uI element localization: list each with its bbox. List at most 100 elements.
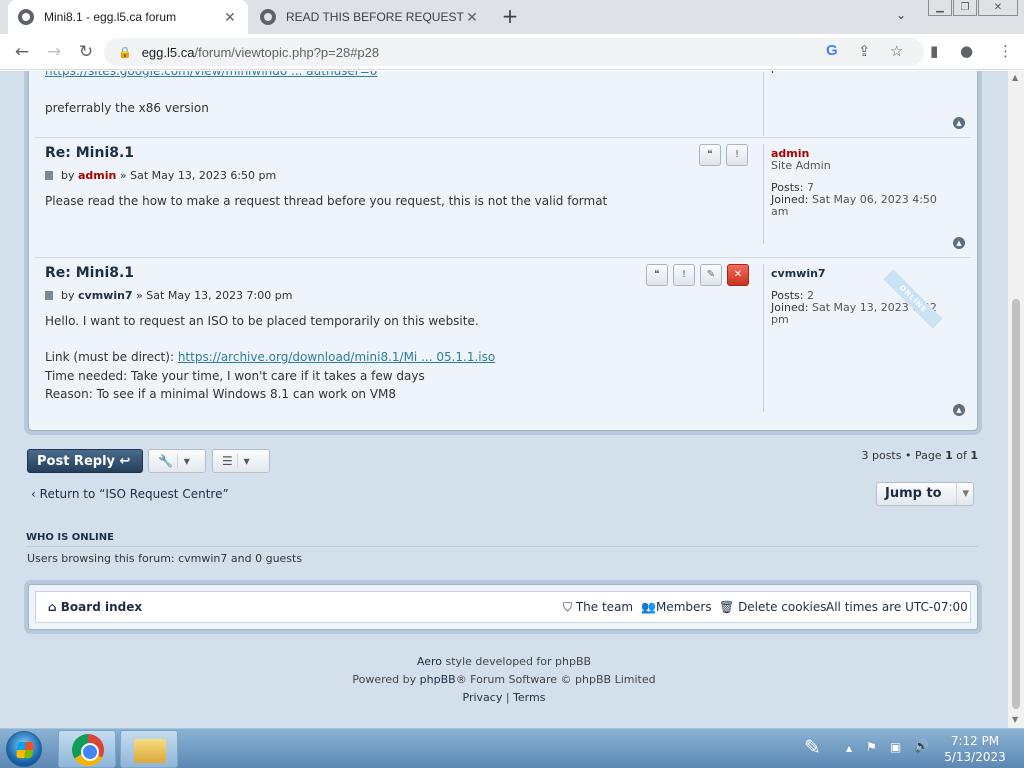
bookmark-star-icon[interactable]: ☆ (890, 42, 903, 60)
post-icon (45, 291, 53, 300)
scroll-up-icon[interactable]: ▲ (1012, 73, 1018, 82)
show-hidden-icons[interactable]: ▴ (846, 741, 852, 755)
minimize-button[interactable]: ▁ (928, 0, 952, 16)
chevron-left-icon: ‹ (31, 487, 36, 501)
post-profile: admin Site Admin Posts: 7 Joined: Sat Ma… (771, 148, 937, 218)
address-bar[interactable]: 🔒 egg.l5.ca/forum/viewtopic.php?p=28#p28 (104, 38, 924, 66)
who-is-online-heading[interactable]: WHO IS ONLINE (26, 532, 114, 543)
jump-to-dropdown[interactable]: Jump to ▾ (876, 482, 974, 506)
post-reply-label: Post Reply (37, 454, 115, 469)
tab-mini8-forum[interactable]: Mini8.1 - egg.l5.ca forum ✕ (8, 0, 248, 34)
phpbb-link[interactable]: phpBB (420, 673, 456, 686)
footer-links: Privacy | Terms (462, 691, 546, 704)
joined-date-cont: am (771, 205, 789, 218)
team-link[interactable]: ⛉ The team (563, 600, 633, 615)
link-label: Link (must be direct): (45, 350, 174, 364)
delete-button[interactable]: ✕ (727, 264, 749, 286)
quote-button[interactable]: ❝ (646, 264, 668, 286)
post-reply-button[interactable]: Post Reply ↩ (27, 449, 143, 473)
windows-logo-icon (16, 742, 34, 758)
current-page: 1 (945, 449, 953, 462)
back-to-top-icon[interactable]: ▲ (953, 237, 965, 249)
archive-link[interactable]: https://archive.org/download/mini8.1/Mi … (178, 350, 495, 364)
post-divider (35, 257, 971, 258)
tab-title: READ THIS BEFORE REQUESTING (286, 10, 464, 24)
menu-kebab-icon[interactable]: ⋮ (998, 42, 1013, 60)
tab-title: Mini8.1 - egg.l5.ca forum (44, 10, 177, 24)
joined-date: Sat May 06, 2023 4:50 (811, 193, 937, 206)
share-icon[interactable]: ⇪ (858, 42, 871, 60)
return-link[interactable]: ‹ Return to “ISO Request Centre” (31, 487, 229, 501)
action-center-icon[interactable]: ⚑ (866, 740, 877, 754)
post-body-line: Time needed: Take your time, I won't car… (45, 369, 425, 383)
joined-date-cont: pm (771, 313, 789, 326)
post-author-link[interactable]: admin (78, 169, 116, 182)
new-tab-button[interactable]: + (498, 5, 522, 29)
side-panel-icon[interactable]: ▮ (930, 42, 938, 60)
back-icon[interactable]: ← (10, 40, 34, 64)
post-body: Please read the how to make a request th… (45, 194, 608, 208)
first-post-link[interactable]: https://sites.google.com/view/miniwindo … (45, 71, 377, 80)
close-tab-icon[interactable]: ✕ (222, 9, 238, 26)
divider (26, 546, 978, 547)
trash-icon: 🗑 (719, 600, 735, 614)
close-tab-icon[interactable]: ✕ (464, 9, 480, 26)
reload-icon[interactable]: ↻ (74, 40, 98, 64)
google-lens-icon[interactable]: G (826, 42, 838, 59)
sort-options-button[interactable]: ☰ ▾ (212, 449, 270, 473)
footer-navbar: ⌂ Board index ⛉ The team 👥Members 🗑 Dele… (28, 584, 978, 630)
timezone-text: All times are UTC-07:00 (826, 600, 968, 614)
post-author-link[interactable]: cvmwin7 (78, 289, 133, 302)
style-link[interactable]: Aero (417, 655, 442, 668)
browser-toolbar: ← → ↻ 🔒 egg.l5.ca/forum/viewtopic.php?p=… (0, 34, 1024, 70)
tab-search-icon[interactable]: ⌄ (896, 8, 906, 22)
post-separator (763, 144, 764, 244)
report-button[interactable]: ! (726, 144, 748, 166)
system-clock[interactable]: 7:12 PM 5/13/2023 (935, 733, 1015, 765)
scrollbar-thumb[interactable] (1012, 299, 1020, 709)
close-window-button[interactable]: ✕ (978, 0, 1018, 16)
start-button[interactable] (6, 731, 42, 767)
post-body-line: Hello. I want to request an ISO to be pl… (45, 314, 479, 328)
post-meta: by admin » Sat May 13, 2023 6:50 pm (45, 169, 276, 182)
post-separator (763, 72, 764, 136)
post-title[interactable]: Re: Mini8.1 (45, 145, 134, 161)
quote-button[interactable]: ❝ (699, 144, 721, 166)
home-icon: ⌂ (48, 600, 57, 614)
browser-tab-strip: Mini8.1 - egg.l5.ca forum ✕ READ THIS BE… (0, 0, 1024, 34)
terms-link[interactable]: Terms (513, 691, 545, 704)
taskbar-explorer[interactable] (120, 730, 178, 768)
topic-tools-button[interactable]: 🔧 ▾ (148, 449, 206, 473)
post-link-line: Link (must be direct): https://archive.o… (45, 348, 495, 366)
lock-icon: 🔒 (118, 46, 132, 59)
network-icon[interactable]: ▣ (890, 740, 901, 754)
chrome-icon (72, 734, 104, 766)
delete-cookies-link[interactable]: 🗑 Delete cookies (719, 600, 827, 614)
taskbar-chrome[interactable] (58, 730, 116, 768)
restore-button[interactable]: ❐ (953, 0, 977, 16)
tab-read-this[interactable]: READ THIS BEFORE REQUESTING ✕ (250, 0, 490, 34)
profile-username[interactable]: cvmwin7 (771, 268, 937, 280)
volume-icon[interactable]: 🔊 (914, 739, 929, 753)
members-link[interactable]: 👥Members (641, 600, 712, 614)
board-index-link[interactable]: ⌂ Board index (48, 600, 142, 614)
windows-taskbar: ✎ ▴ ⚑ ▣ 🔊 7:12 PM 5/13/2023 (0, 728, 1024, 768)
post-divider (35, 137, 971, 138)
posts-container: https://sites.google.com/view/miniwindo … (28, 71, 978, 431)
pen-tablet-icon[interactable]: ✎ (804, 735, 821, 759)
forward-icon[interactable]: → (42, 40, 66, 64)
edit-button[interactable]: ✎ (700, 264, 722, 286)
post-title[interactable]: Re: Mini8.1 (45, 265, 134, 281)
reply-arrow-icon: ↩ (119, 454, 131, 469)
post-body-line: Reason: To see if a minimal Windows 8.1 … (45, 387, 397, 401)
navbar-inner: ⌂ Board index ⛉ The team 👥Members 🗑 Dele… (35, 591, 971, 623)
profile-icon[interactable]: ● (960, 42, 973, 60)
post-separator (763, 264, 764, 412)
page-scrollbar[interactable]: ▲ ▼ (1008, 71, 1024, 728)
report-button[interactable]: ! (673, 264, 695, 286)
back-to-top-icon[interactable]: ▲ (953, 117, 965, 129)
scroll-down-icon[interactable]: ▼ (1012, 715, 1018, 724)
url-host: egg.l5.ca (141, 44, 195, 60)
back-to-top-icon[interactable]: ▲ (953, 404, 965, 416)
privacy-link[interactable]: Privacy (463, 691, 503, 704)
